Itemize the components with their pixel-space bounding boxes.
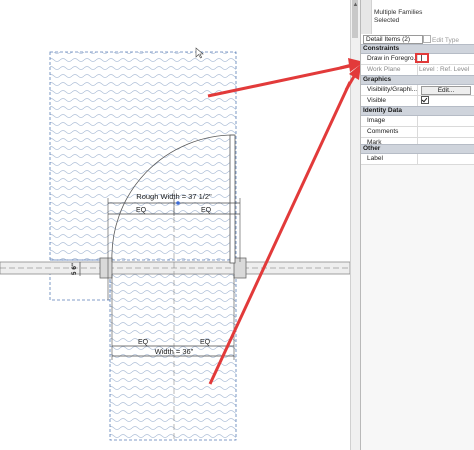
properties-panel: Multiple Families Selected Detail Items … [360, 0, 474, 450]
edit-type-icon [423, 35, 431, 43]
visibility-edit-button[interactable]: Edit... [421, 86, 471, 95]
row-visibility-graphics[interactable]: Visibility/Graphi... Edit... [361, 85, 474, 96]
drawing-svg[interactable]: Rough Width = 37 1/2" EQ EQ EQ EQ Width … [0, 0, 350, 450]
row-comments[interactable]: Comments [361, 127, 474, 138]
type-preview-icon [361, 0, 372, 34]
row-value[interactable]: Edit... [419, 85, 473, 95]
row-value[interactable] [419, 116, 473, 126]
visible-checkbox[interactable] [421, 96, 429, 104]
eq-bottom-left: EQ [138, 339, 149, 346]
drawing-canvas[interactable]: Rough Width = 37 1/2" EQ EQ EQ EQ Width … [0, 0, 350, 450]
dimension-grip[interactable] [176, 201, 180, 205]
group-other[interactable]: Other [361, 144, 474, 154]
scroll-up-icon[interactable]: ▲ [352, 2, 359, 8]
row-name: Visible [367, 96, 418, 106]
width-label: Width = 36" [155, 347, 194, 356]
row-name: Work Plane [367, 65, 418, 75]
upper-detail-region[interactable] [49, 51, 237, 261]
row-name: Draw in Foregro... [367, 54, 418, 64]
left-jamb [99, 257, 113, 279]
highlight-box [415, 53, 429, 63]
door-leaf [229, 134, 236, 264]
row-image[interactable]: Image [361, 116, 474, 127]
row-value[interactable] [419, 154, 473, 164]
row-value[interactable] [419, 127, 473, 137]
eq-top-left: EQ [136, 207, 147, 214]
edit-type-label: Edit Type [432, 37, 459, 44]
eq-bottom-right: EQ [200, 339, 211, 346]
eq-top-right: EQ [201, 207, 212, 214]
wall-thickness-label: 5 6" [71, 263, 78, 275]
row-value: Level : Ref. Level [419, 66, 470, 73]
group-graphics[interactable]: Graphics [361, 75, 474, 85]
type-name-line1: Multiple Families [374, 9, 423, 16]
row-label[interactable]: Label [361, 154, 474, 165]
row-name: Image [367, 116, 418, 126]
row-name: Label [367, 154, 418, 164]
row-name: Visibility/Graphi... [367, 85, 418, 95]
type-selector[interactable]: Multiple Families Selected [361, 0, 474, 35]
rough-width-label: Rough Width = 37 1/2" [136, 192, 212, 201]
instance-filter-select[interactable]: Detail Items (2) [363, 35, 423, 44]
type-name-line2: Selected [374, 17, 400, 24]
group-identity-data[interactable]: Identity Data [361, 106, 474, 116]
vertical-scrollbar[interactable]: ▲ [350, 0, 360, 450]
row-value[interactable] [419, 96, 473, 106]
type-name: Multiple Families Selected [374, 9, 472, 25]
row-name: Comments [367, 127, 418, 137]
